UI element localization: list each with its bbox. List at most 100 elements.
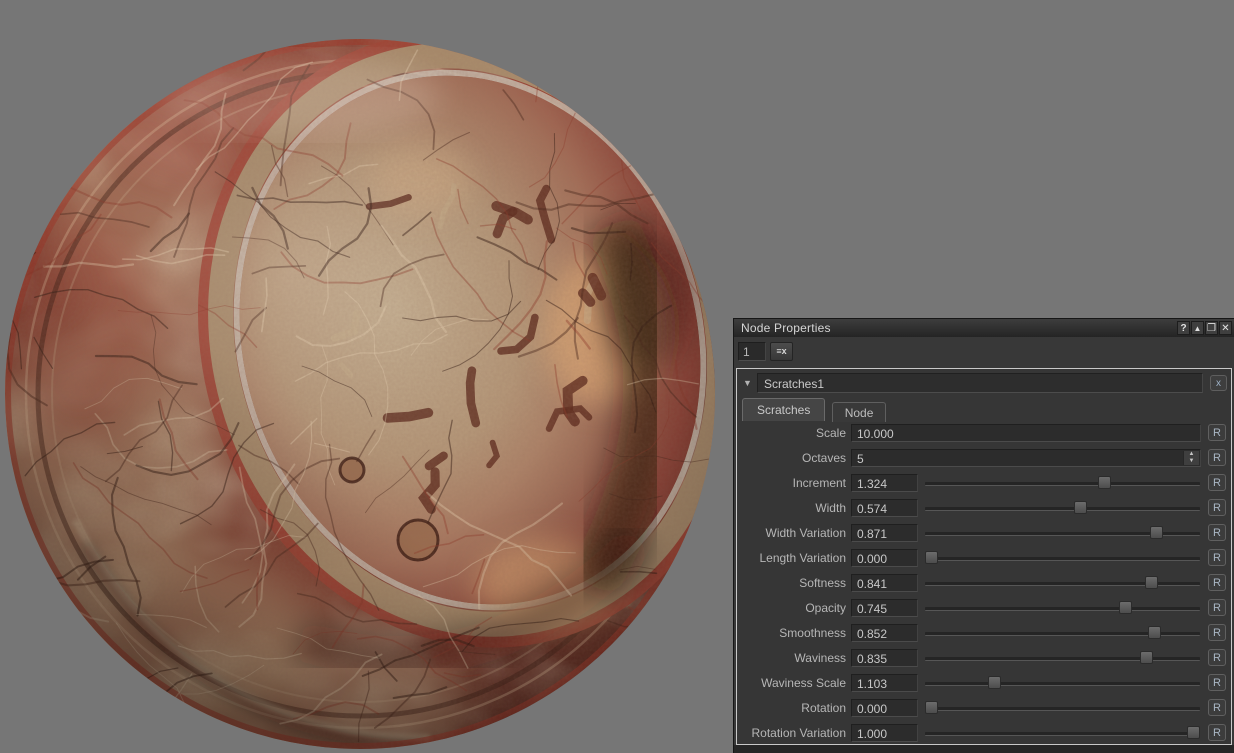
property-row-width-variation: Width Variation 0.871 R [738,521,1230,546]
slider-handle[interactable] [988,676,1001,689]
panel-title: Node Properties [741,321,831,335]
slider-track [925,657,1200,661]
slider-handle[interactable] [1074,501,1087,514]
preview-sphere [0,0,735,753]
reset-button[interactable]: R [1208,674,1226,691]
slider-handle[interactable] [1148,626,1161,639]
property-value-input[interactable]: 10.000 [851,424,1201,442]
remove-node-button[interactable]: x [1210,375,1227,391]
property-slider[interactable] [925,624,1200,643]
material-preview-viewport[interactable] [0,0,735,753]
property-value-input[interactable]: 1.103 [851,674,918,692]
property-label: Rotation [738,701,846,715]
reset-button[interactable]: R [1208,449,1226,466]
node-header: ▼ Scratches1 x [741,373,1227,395]
property-value-input[interactable]: 5 ▲ ▼ [851,449,1201,467]
property-row-smoothness: Smoothness 0.852 R [738,621,1230,646]
property-value-input[interactable]: 0.000 [851,699,918,717]
slider-handle[interactable] [1119,601,1132,614]
slider-handle[interactable] [1098,476,1111,489]
reset-button[interactable]: R [1208,474,1226,491]
panel-toolbar: 1 ≡x [734,337,1234,367]
property-slider[interactable] [925,649,1200,668]
property-slider[interactable] [925,674,1200,693]
property-slider[interactable] [925,724,1200,743]
property-slider[interactable] [925,524,1200,543]
slider-handle[interactable] [925,551,938,564]
property-value-input[interactable]: 1.324 [851,474,918,492]
reset-button[interactable]: R [1208,649,1226,666]
spin-up-button[interactable]: ▲ [1184,451,1199,458]
property-slider[interactable] [925,474,1200,493]
property-label: Opacity [738,601,846,615]
reset-button[interactable]: R [1208,524,1226,541]
property-slider[interactable] [925,574,1200,593]
reset-button[interactable]: R [1208,724,1226,741]
slider-track [925,732,1200,736]
slider-handle[interactable] [925,701,938,714]
spinner: ▲ ▼ [1183,451,1199,465]
slider-handle[interactable] [1145,576,1158,589]
reset-button[interactable]: R [1208,499,1226,516]
property-label: Waviness [738,651,846,665]
reset-button[interactable]: R [1208,574,1226,591]
property-value-input[interactable]: 1.000 [851,724,918,742]
property-value-input[interactable]: 0.745 [851,599,918,617]
close-icon[interactable]: ✕ [1219,321,1232,335]
property-value-input[interactable]: 0.841 [851,574,918,592]
slider-track [925,707,1200,711]
property-label: Rotation Variation [738,726,846,740]
property-row-softness: Softness 0.841 R [738,571,1230,596]
reset-button[interactable]: R [1208,599,1226,616]
node-count-input[interactable]: 1 [738,342,766,361]
property-value-input[interactable]: 0.835 [851,649,918,667]
float-icon[interactable]: ❐ [1205,321,1218,335]
property-row-scale: Scale 10.000 R [738,421,1230,446]
property-row-waviness-scale: Waviness Scale 1.103 R [738,671,1230,696]
reset-button[interactable]: R [1208,624,1226,641]
property-label: Length Variation [738,551,846,565]
panel-titlebar[interactable]: Node Properties ? ▲ ❐ ✕ [734,319,1234,338]
node-groupbox: ▼ Scratches1 x Scratches Node Scale 10.0… [736,368,1232,745]
property-value-input[interactable]: 0.574 [851,499,918,517]
property-row-rotation-variation: Rotation Variation 1.000 R [738,721,1230,746]
property-label: Width Variation [738,526,846,540]
lock-list-button[interactable]: ≡x [770,342,793,361]
property-slider[interactable] [925,599,1200,618]
shade-icon[interactable]: ▲ [1191,321,1204,335]
slider-track [925,682,1200,686]
reset-button[interactable]: R [1208,424,1226,441]
property-row-increment: Increment 1.324 R [738,471,1230,496]
tab-scratches[interactable]: Scratches [742,398,825,421]
property-value-input[interactable]: 0.000 [851,549,918,567]
property-value-input[interactable]: 0.852 [851,624,918,642]
property-label: Softness [738,576,846,590]
collapse-arrow-icon[interactable]: ▼ [743,378,752,388]
property-slider[interactable] [925,699,1200,718]
property-label: Increment [738,476,846,490]
property-label: Smoothness [738,626,846,640]
property-label: Scale [738,426,846,440]
property-label: Width [738,501,846,515]
property-row-octaves: Octaves 5 ▲ ▼ R [738,446,1230,471]
reset-button[interactable]: R [1208,699,1226,716]
slider-handle[interactable] [1187,726,1200,739]
tab-bar: Scratches Node [742,398,1227,421]
property-row-rotation: Rotation 0.000 R [738,696,1230,721]
slider-track [925,507,1200,511]
spin-down-button[interactable]: ▼ [1184,458,1199,465]
reset-button[interactable]: R [1208,549,1226,566]
slider-track [925,557,1200,561]
help-icon[interactable]: ? [1177,321,1190,335]
property-value-input[interactable]: 0.871 [851,524,918,542]
slider-track [925,482,1200,486]
property-row-waviness: Waviness 0.835 R [738,646,1230,671]
slider-handle[interactable] [1140,651,1153,664]
tab-node[interactable]: Node [832,402,887,422]
property-row-opacity: Opacity 0.745 R [738,596,1230,621]
property-slider[interactable] [925,499,1200,518]
panel-bottom-edge [734,745,1234,753]
slider-handle[interactable] [1150,526,1163,539]
node-name-input[interactable]: Scratches1 [757,373,1203,393]
property-slider[interactable] [925,549,1200,568]
